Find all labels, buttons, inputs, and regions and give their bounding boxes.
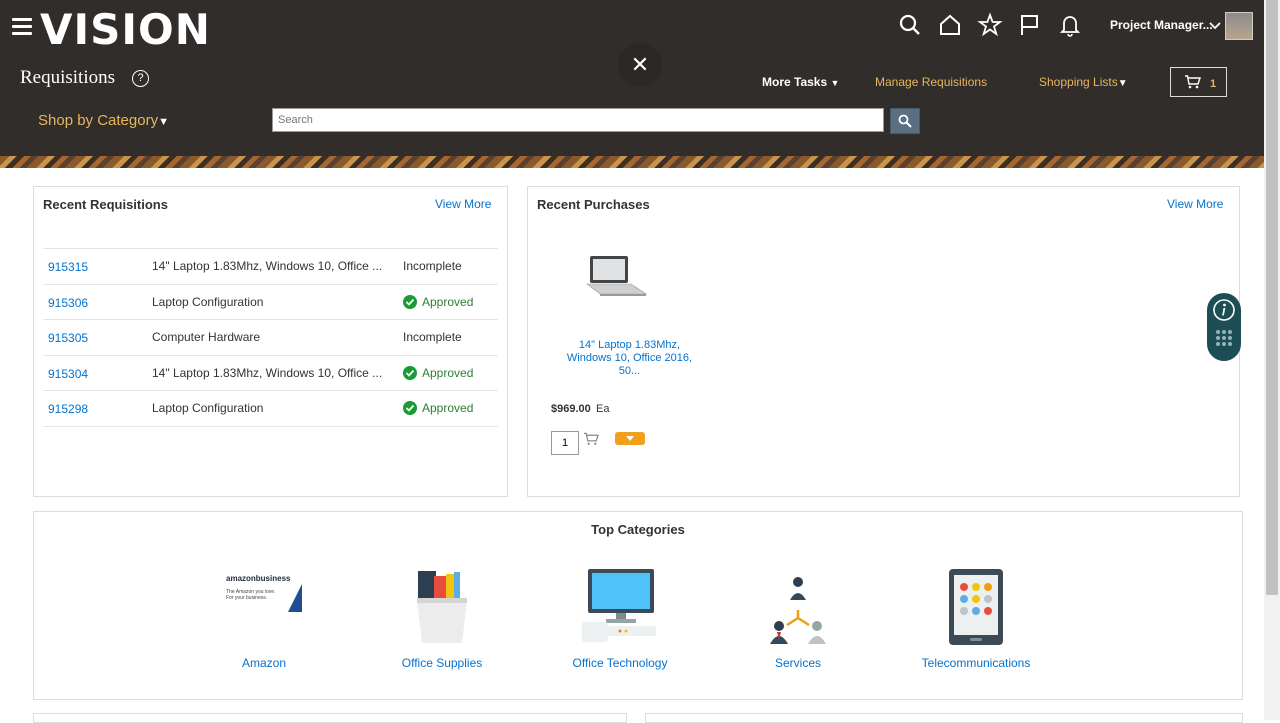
status-text: Approved: [422, 365, 474, 380]
status-text: Approved: [422, 401, 474, 415]
category-label[interactable]: Services: [718, 656, 878, 670]
requisition-id-link[interactable]: 915306: [48, 296, 88, 310]
recent-requisitions-view-more-link[interactable]: View More: [435, 197, 491, 211]
shop-by-category-menu[interactable]: Shop by Category▼: [38, 112, 169, 129]
add-to-cart-icon[interactable]: [583, 432, 599, 446]
product-uom: Ea: [596, 403, 610, 415]
info-icon[interactable]: [1212, 298, 1236, 322]
decorative-banner: [0, 156, 1264, 168]
requisitions-table: 915315 14" Laptop 1.83Mhz, Windows 10, O…: [43, 248, 498, 427]
top-categories-title: Top Categories: [591, 522, 685, 537]
more-tasks-label: More Tasks: [762, 75, 828, 89]
hamburger-menu-icon[interactable]: [12, 18, 32, 35]
recent-purchases-title: Recent Purchases: [537, 197, 650, 212]
requisition-description: 14" Laptop 1.83Mhz, Windows 10, Office .…: [152, 259, 383, 273]
cart-icon: [1185, 75, 1201, 89]
category-telecommunications[interactable]: Telecommunications: [896, 568, 1056, 673]
product-name-link[interactable]: 14" Laptop 1.83Mhz, Windows 10, Office 2…: [542, 339, 717, 378]
bell-icon[interactable]: [1057, 12, 1083, 38]
vision-logo[interactable]: VISION: [40, 5, 211, 54]
manage-requisitions-link[interactable]: Manage Requisitions: [875, 75, 987, 89]
category-amazon[interactable]: amazonbusiness The Amazon you love. For …: [184, 568, 344, 673]
requisition-id-link[interactable]: 915315: [48, 260, 88, 274]
telecommunications-icon: [949, 569, 1003, 645]
services-icon: [770, 577, 826, 644]
office-technology-icon: [582, 569, 656, 642]
quantity-input[interactable]: [551, 431, 579, 455]
search-button[interactable]: [890, 108, 920, 134]
status-text: Approved: [422, 294, 474, 309]
category-office-technology[interactable]: Office Technology: [540, 568, 700, 673]
recent-purchases-view-more-link[interactable]: View More: [1167, 197, 1223, 211]
caret-down-icon: ▼: [1117, 78, 1128, 89]
requisition-description: Laptop Configuration: [152, 294, 264, 309]
table-row[interactable]: 915306 Laptop Configuration Approved: [43, 283, 498, 320]
product-price: $969.00: [551, 403, 591, 415]
more-actions-dropdown-button[interactable]: [615, 432, 645, 445]
table-row[interactable]: 915305 Computer Hardware Incomplete: [43, 319, 498, 355]
category-office-supplies[interactable]: Office Supplies: [362, 568, 522, 673]
category-services[interactable]: Services: [718, 568, 878, 673]
requisition-description: 14" Laptop 1.83Mhz, Windows 10, Office .…: [152, 365, 383, 380]
amazon-business-logo: amazonbusiness The Amazon you love. For …: [226, 574, 302, 614]
caret-down-icon: ▼: [158, 116, 169, 128]
requisition-description: Laptop Configuration: [152, 401, 264, 415]
shopping-lists-menu[interactable]: Shopping Lists▼: [1039, 75, 1128, 89]
recent-requisitions-title: Recent Requisitions: [43, 197, 168, 212]
requisition-id-link[interactable]: 915298: [48, 402, 88, 416]
info-panel-toggle[interactable]: [1207, 293, 1241, 361]
product-name-line: 14" Laptop 1.83Mhz,: [578, 339, 681, 351]
category-label[interactable]: Office Technology: [540, 656, 700, 670]
laptop-product-image[interactable]: [584, 254, 648, 299]
requisition-description: Computer Hardware: [152, 330, 261, 344]
status-text: Incomplete: [403, 259, 462, 273]
scrollbar-thumb[interactable]: [1266, 0, 1278, 595]
table-row[interactable]: 915315 14" Laptop 1.83Mhz, Windows 10, O…: [43, 248, 498, 284]
caret-down-icon: ▼: [830, 78, 840, 88]
flag-icon[interactable]: [1017, 12, 1043, 38]
user-menu[interactable]: Project Manager...: [1110, 18, 1213, 32]
category-label[interactable]: Office Supplies: [362, 656, 522, 670]
recent-purchases-card: Recent Purchases View More 14" Laptop 1.…: [527, 186, 1240, 497]
lower-card-right: [645, 713, 1243, 723]
cart-button[interactable]: 1: [1170, 67, 1227, 97]
category-label[interactable]: Telecommunications: [896, 656, 1056, 670]
shop-by-category-label: Shop by Category: [38, 112, 159, 129]
search-input[interactable]: [272, 108, 884, 132]
more-tasks-menu[interactable]: More Tasks ▼: [762, 75, 839, 89]
requisition-id-link[interactable]: 915305: [48, 331, 88, 345]
amazon-logo-text: amazonbusiness: [226, 574, 291, 583]
check-circle-icon: [403, 401, 417, 415]
table-row[interactable]: 915304 14" Laptop 1.83Mhz, Windows 10, O…: [43, 354, 498, 391]
office-supplies-icon: [417, 571, 467, 643]
cart-count-badge: 1: [1210, 78, 1217, 90]
requisition-id-link[interactable]: 915304: [48, 367, 88, 381]
product-name-line: Windows 10, Office 2016,: [566, 352, 693, 364]
check-circle-icon: [403, 294, 417, 309]
category-label[interactable]: Amazon: [184, 656, 344, 670]
grid-icon[interactable]: [1215, 329, 1233, 353]
table-row[interactable]: 915298 Laptop Configuration Approved: [43, 390, 498, 427]
page-scrollbar[interactable]: [1264, 0, 1280, 720]
help-icon[interactable]: ?: [132, 70, 149, 87]
status-text: Incomplete: [403, 330, 462, 344]
home-icon[interactable]: [937, 12, 963, 38]
page-title: Requisitions: [20, 67, 116, 88]
star-icon[interactable]: [977, 12, 1003, 38]
recent-requisitions-card: Recent Requisitions View More 915315 14"…: [33, 186, 508, 497]
amazon-logo-accent: [288, 584, 302, 612]
close-icon[interactable]: ✕: [618, 43, 662, 87]
lower-card-left: [33, 713, 627, 723]
search-icon[interactable]: [897, 12, 923, 38]
chevron-down-icon[interactable]: [1209, 21, 1221, 30]
shopping-lists-label: Shopping Lists: [1039, 75, 1118, 89]
search-icon: [898, 114, 912, 128]
avatar[interactable]: [1225, 12, 1253, 40]
check-circle-icon: [403, 365, 417, 380]
product-name-line: 50...: [618, 365, 641, 377]
top-categories-card: Top Categories amazonbusiness The Amazon…: [33, 511, 1243, 700]
